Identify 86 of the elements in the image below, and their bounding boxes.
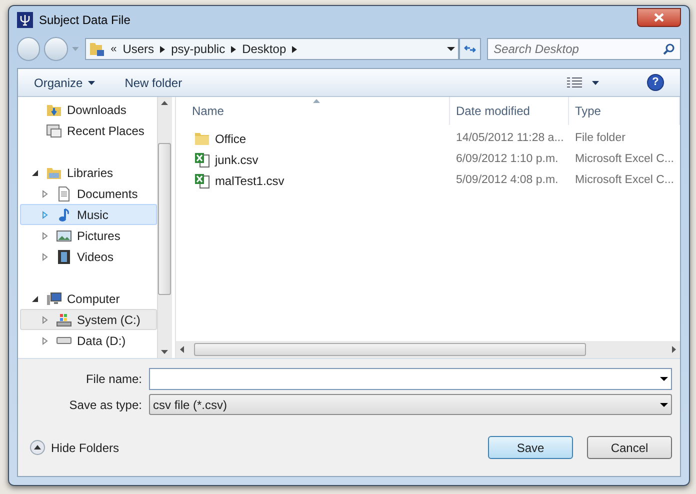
sort-arrow-icon bbox=[312, 99, 320, 103]
drive-icon bbox=[56, 337, 72, 344]
sidebar-item[interactable]: Pictures bbox=[20, 225, 157, 246]
scroll-down-icon[interactable] bbox=[161, 350, 168, 354]
breadcrumb-item[interactable]: Users bbox=[122, 40, 154, 58]
breadcrumb-item[interactable]: psy-public bbox=[171, 40, 226, 58]
caret-icon bbox=[88, 80, 95, 84]
window-title: Subject Data File bbox=[39, 12, 130, 29]
save-button[interactable]: Save bbox=[488, 436, 573, 459]
field-label: Save as type: bbox=[68, 396, 143, 414]
type-cell-text: Microsoft Excel C... bbox=[574, 172, 675, 188]
column-header[interactable]: Date modified bbox=[450, 97, 569, 125]
picture-icon bbox=[56, 228, 72, 244]
collapsed-arrow-icon[interactable] bbox=[41, 252, 49, 260]
file-name[interactable]: junk.csv bbox=[176, 150, 450, 168]
search-field[interactable]: Search Desktop bbox=[486, 38, 681, 60]
spreadsheet-file-icon bbox=[194, 172, 210, 188]
refresh-icon bbox=[464, 44, 476, 54]
hide-folders-button[interactable]: Hide Folders bbox=[30, 438, 120, 456]
scroll-right-icon[interactable] bbox=[672, 346, 676, 353]
help-button[interactable]: ? bbox=[647, 74, 664, 91]
sidebar-item[interactable]: Libraries bbox=[20, 162, 157, 183]
spreadsheet-file-icon bbox=[194, 152, 210, 168]
column-header[interactable]: Type bbox=[568, 97, 680, 125]
collapse-up-icon bbox=[30, 440, 45, 455]
dropdown-arrow-icon bbox=[660, 402, 668, 406]
collapsed-arrow-icon[interactable] bbox=[41, 210, 49, 218]
collapsed-arrow-icon[interactable] bbox=[41, 316, 49, 324]
folder-icon bbox=[194, 130, 210, 146]
horizontal-scrollbar[interactable] bbox=[176, 341, 680, 358]
save-type-dropdown[interactable]: csv file (*.csv) bbox=[149, 394, 672, 415]
type-cell-text: Microsoft Excel C... bbox=[574, 152, 675, 167]
overflow-chevron[interactable]: « bbox=[110, 40, 117, 58]
vertical-scrollbar[interactable] bbox=[156, 97, 172, 358]
scroll-up-icon[interactable] bbox=[161, 101, 168, 105]
collapsed-arrow-icon[interactable] bbox=[41, 232, 49, 240]
folder-icon bbox=[88, 41, 105, 57]
music-note-icon bbox=[56, 206, 72, 222]
breadcrumb-arrow-icon[interactable] bbox=[160, 46, 166, 52]
file-name[interactable]: malTest1.csv bbox=[176, 172, 450, 190]
close-button[interactable] bbox=[637, 8, 681, 26]
new-folder-button[interactable]: New folder bbox=[124, 74, 182, 92]
computer-icon bbox=[46, 290, 62, 306]
collapsed-arrow-icon[interactable] bbox=[41, 336, 49, 344]
app-logo-icon bbox=[17, 12, 33, 28]
expanded-arrow-icon[interactable] bbox=[31, 294, 39, 302]
dropdown-arrow-icon[interactable] bbox=[660, 376, 668, 380]
type-cell-text: File folder bbox=[574, 130, 626, 146]
date-cell-text: 6/09/2012 1:10 p.m. bbox=[454, 152, 560, 167]
sidebar-item[interactable]: Recent Places bbox=[20, 120, 157, 141]
scroll-left-icon[interactable] bbox=[180, 346, 184, 353]
file-name[interactable]: Office bbox=[176, 130, 450, 148]
sidebar-item[interactable]: Videos bbox=[20, 246, 157, 267]
file-name-field[interactable] bbox=[149, 368, 672, 390]
sidebar-item[interactable]: Data (D:) bbox=[20, 330, 157, 351]
breadcrumb-arrow-icon[interactable] bbox=[292, 46, 298, 52]
sidebar-item[interactable]: Music bbox=[20, 204, 157, 225]
details-view-icon bbox=[567, 76, 582, 88]
date-cell-text: 14/05/2012 11:28 a... bbox=[454, 130, 565, 146]
breadcrumb-arrow-icon[interactable] bbox=[231, 46, 236, 52]
recent-places-icon bbox=[46, 122, 62, 138]
date-cell-text: 5/09/2012 4:08 p.m. bbox=[454, 172, 560, 188]
document-icon bbox=[56, 186, 72, 202]
caret-icon bbox=[592, 80, 599, 84]
breadcrumb-item[interactable]: Desktop bbox=[242, 40, 286, 58]
film-icon bbox=[56, 248, 72, 264]
sidebar-item[interactable]: Documents bbox=[20, 183, 157, 204]
address-bar[interactable]: « Users psy-public Desktop bbox=[84, 38, 460, 60]
field-label: File name: bbox=[84, 370, 143, 388]
search-icon bbox=[663, 43, 675, 55]
back-button[interactable] bbox=[17, 37, 40, 61]
system-drive-icon bbox=[56, 312, 72, 328]
sidebar-item[interactable]: Downloads bbox=[20, 99, 157, 120]
cancel-button[interactable]: Cancel bbox=[587, 436, 672, 459]
scrollbar-thumb[interactable] bbox=[158, 143, 172, 295]
view-options-button[interactable] bbox=[567, 76, 599, 88]
sidebar-item[interactable]: Computer bbox=[20, 288, 157, 309]
sidebar-item[interactable]: System (C:) bbox=[20, 309, 157, 330]
close-icon bbox=[654, 12, 664, 22]
dropdown-arrow-icon[interactable] bbox=[447, 47, 456, 51]
expanded-arrow-icon[interactable] bbox=[31, 168, 39, 176]
refresh-button[interactable] bbox=[459, 38, 481, 60]
organize-button[interactable]: Organize bbox=[34, 74, 95, 92]
collapsed-arrow-icon[interactable] bbox=[41, 190, 49, 198]
forward-button[interactable] bbox=[44, 37, 68, 61]
scrollbar-thumb[interactable] bbox=[194, 343, 586, 356]
